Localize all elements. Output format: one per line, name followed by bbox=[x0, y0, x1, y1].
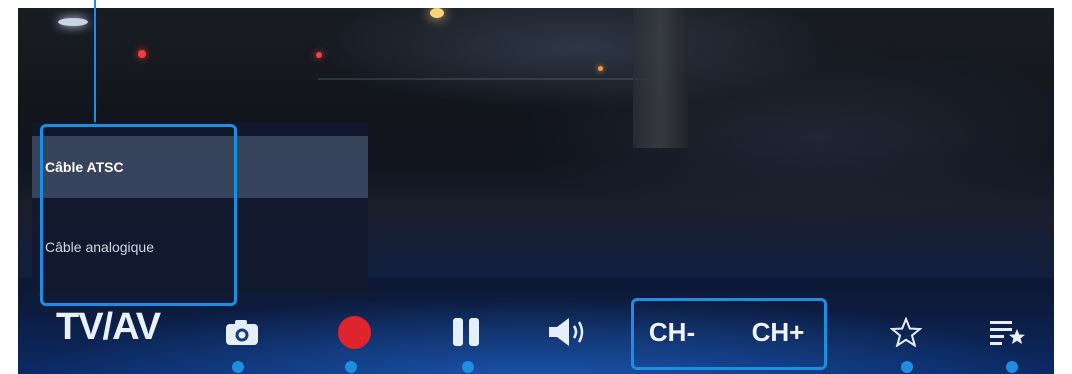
scene-light bbox=[316, 52, 322, 58]
tv-av-button[interactable]: TV/AV bbox=[56, 306, 161, 349]
scene-light bbox=[138, 50, 146, 58]
callout-line bbox=[94, 0, 96, 128]
scene-light bbox=[430, 8, 444, 18]
record-icon[interactable] bbox=[336, 314, 372, 350]
menu-highlight-box bbox=[40, 124, 237, 306]
scene-light bbox=[58, 18, 88, 26]
scene-pole bbox=[633, 8, 688, 148]
star-pointer-dot bbox=[901, 361, 913, 373]
record-pointer-dot bbox=[345, 361, 357, 373]
channel-highlight-box bbox=[631, 298, 827, 370]
playlist-pointer-dot bbox=[1006, 361, 1018, 373]
scene-light bbox=[598, 66, 603, 71]
star-icon[interactable] bbox=[886, 312, 926, 352]
playlist-star-icon[interactable] bbox=[986, 312, 1030, 352]
pause-pointer-dot bbox=[462, 361, 474, 373]
camera-icon[interactable] bbox=[222, 312, 262, 352]
control-bar: TV/AV CH- CH+ bbox=[18, 300, 1054, 360]
volume-icon[interactable] bbox=[542, 314, 592, 350]
camera-pointer-dot bbox=[232, 361, 244, 373]
pause-icon[interactable] bbox=[446, 314, 486, 350]
